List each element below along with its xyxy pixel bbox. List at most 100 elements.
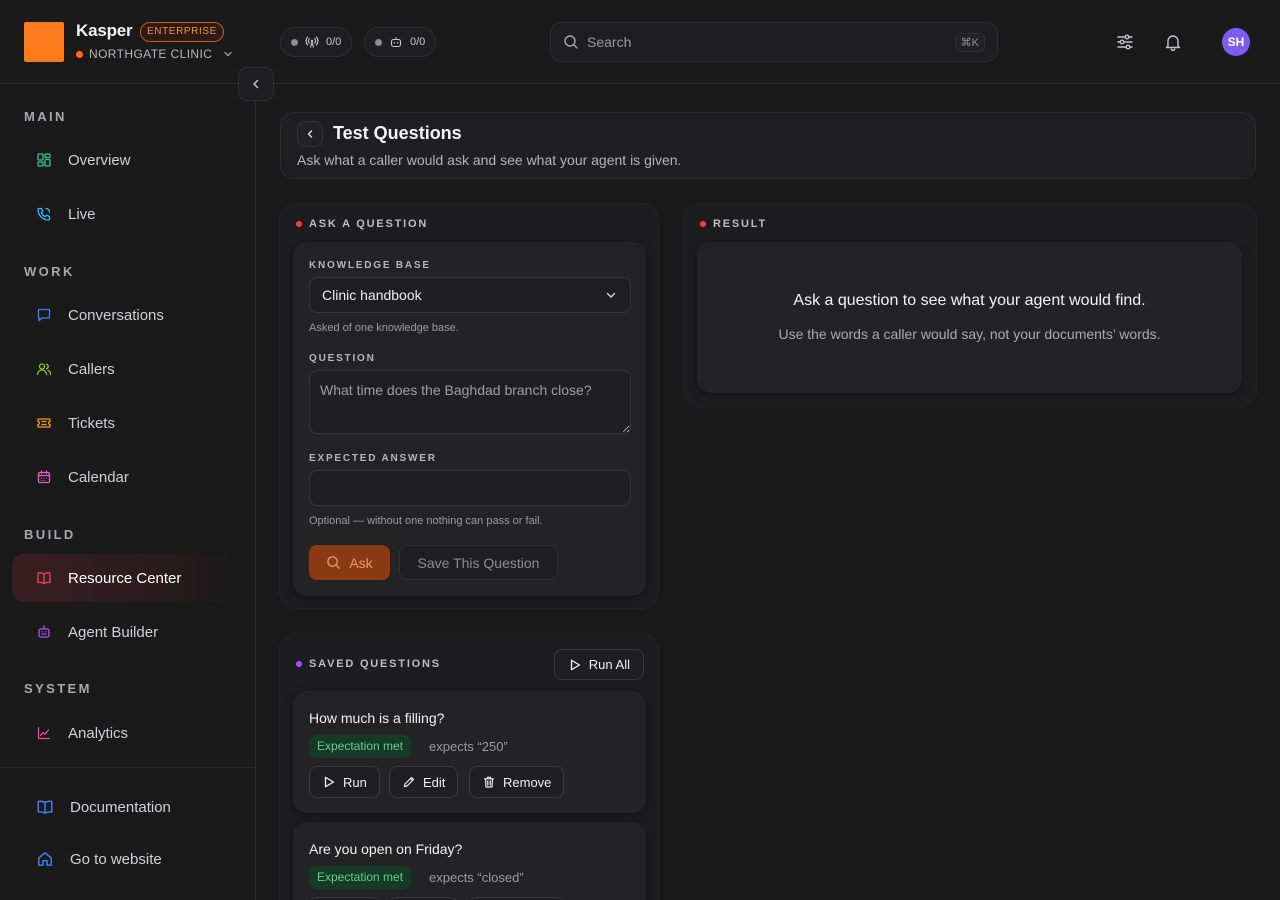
expected-answer-label: EXPECTED ANSWER: [309, 453, 437, 464]
status-badge: Expectation met: [309, 866, 412, 889]
ticket-icon: [34, 413, 54, 433]
status-badge: Expectation met: [309, 735, 412, 758]
grid-icon: [34, 150, 54, 170]
agents-count: 0/0: [410, 36, 426, 48]
calendar-icon: [34, 467, 54, 487]
remove-question-button[interactable]: Remove: [469, 766, 565, 798]
back-button[interactable]: [297, 121, 323, 147]
sliders-icon[interactable]: [1113, 30, 1137, 54]
question-textarea[interactable]: [309, 370, 631, 434]
robot-icon: [389, 35, 403, 49]
top-bar: Kasper ENTERPRISE NORTHGATE CLINIC 0/0 0…: [0, 0, 1280, 84]
live-calls-stat[interactable]: 0/0: [280, 27, 353, 57]
knowledge-base-label: KNOWLEDGE BASE: [309, 260, 431, 271]
result-empty-title: Ask a question to see what your agent wo…: [793, 292, 1146, 309]
chevron-left-icon: [249, 77, 263, 91]
save-question-button[interactable]: Save This Question: [399, 545, 558, 580]
plan-badge: ENTERPRISE: [140, 22, 224, 42]
section-main: MAIN: [24, 109, 67, 124]
agents-stat[interactable]: 0/0: [364, 27, 437, 57]
saved-question-card: How much is a filling? Expectation met e…: [293, 691, 646, 813]
saved-panel-title: SAVED QUESTIONS: [309, 658, 441, 670]
panel-status-dot: [296, 221, 302, 227]
trash-icon: [482, 775, 496, 789]
result-panel: RESULT Ask a question to see what your a…: [684, 204, 1256, 406]
chat-bubble-icon: [34, 305, 54, 325]
brand-logo[interactable]: [24, 22, 64, 62]
book-open-icon: [36, 798, 54, 816]
section-work: WORK: [24, 264, 75, 279]
ask-panel-title: ASK A QUESTION: [309, 218, 429, 230]
question-label: QUESTION: [309, 353, 376, 364]
sidebar-item-label: Calendar: [68, 468, 129, 486]
documentation-link[interactable]: Documentation: [36, 798, 171, 816]
robot-icon: [34, 622, 54, 642]
ask-question-panel: ASK A QUESTION KNOWLEDGE BASE Clinic han…: [280, 204, 658, 608]
remove-label: Remove: [503, 774, 552, 790]
avatar[interactable]: SH: [1222, 28, 1250, 56]
result-panel-label: RESULT: [700, 218, 767, 230]
sidebar-item-label: Agent Builder: [68, 623, 159, 641]
org-name: NORTHGATE CLINIC: [89, 47, 213, 61]
live-calls-count: 0/0: [326, 36, 342, 48]
sidebar: MAIN Overview Live WORK Conversations Ca…: [0, 84, 256, 900]
sidebar-item-analytics[interactable]: Analytics: [12, 709, 234, 757]
saved-question-text: Are you open on Friday?: [309, 841, 463, 857]
sidebar-divider: [0, 767, 255, 768]
ask-panel-label: ASK A QUESTION: [296, 218, 428, 230]
sidebar-item-tickets[interactable]: Tickets: [12, 399, 234, 447]
documentation-label: Documentation: [70, 798, 171, 816]
panel-status-dot: [700, 221, 706, 227]
sidebar-item-label: Resource Center: [68, 569, 182, 587]
chevron-down-icon: [222, 48, 234, 60]
edit-question-button[interactable]: Edit: [389, 766, 459, 798]
search-bar[interactable]: ⌘K: [550, 22, 998, 62]
website-label: Go to website: [70, 850, 162, 868]
broadcast-icon: [305, 35, 319, 49]
play-icon: [568, 658, 582, 672]
bell-icon[interactable]: [1161, 30, 1185, 54]
sidebar-item-overview[interactable]: Overview: [12, 136, 234, 184]
chart-line-icon: [34, 723, 54, 743]
section-build: BUILD: [24, 527, 76, 542]
status-dot: [291, 38, 298, 46]
phone-icon: [34, 204, 54, 224]
sidebar-item-conversations[interactable]: Conversations: [12, 291, 234, 339]
sidebar-item-callers[interactable]: Callers: [12, 345, 234, 393]
play-icon: [322, 775, 336, 789]
sidebar-item-resource-center[interactable]: Resource Center: [12, 554, 234, 602]
ask-button[interactable]: Ask: [309, 545, 390, 580]
go-to-website-link[interactable]: Go to website: [36, 850, 162, 868]
saved-questions-panel: SAVED QUESTIONS Run All How much is a fi…: [280, 634, 658, 900]
chevron-down-icon: [604, 288, 618, 302]
status-dot: [375, 38, 382, 46]
run-question-button[interactable]: Run: [309, 766, 380, 798]
sidebar-item-label: Tickets: [68, 414, 115, 432]
book-icon: [34, 568, 54, 588]
knowledge-base-select[interactable]: Clinic handbook: [309, 277, 631, 313]
sidebar-item-label: Overview: [68, 151, 131, 169]
run-all-button[interactable]: Run All: [553, 649, 644, 680]
expected-answer-input[interactable]: [309, 470, 631, 506]
search-shortcut: ⌘K: [954, 32, 985, 52]
sidebar-item-label: Callers: [68, 360, 115, 378]
org-switcher[interactable]: NORTHGATE CLINIC: [76, 47, 234, 61]
search-icon: [326, 555, 341, 570]
ask-button-label: Ask: [349, 554, 373, 571]
sidebar-item-live[interactable]: Live: [12, 190, 234, 238]
home-icon: [36, 850, 54, 868]
page-title: Test Questions: [333, 123, 462, 143]
sidebar-item-agent-builder[interactable]: Agent Builder: [12, 608, 234, 656]
sidebar-item-calendar[interactable]: Calendar: [12, 453, 234, 501]
pencil-icon: [402, 775, 416, 789]
search-input[interactable]: [587, 34, 947, 50]
page-header: Test Questions Ask what a caller would a…: [280, 112, 1256, 179]
users-icon: [34, 359, 54, 379]
collapse-sidebar-button[interactable]: [238, 67, 274, 101]
run-label: Run: [343, 774, 367, 790]
result-empty-card: Ask a question to see what your agent wo…: [697, 242, 1242, 393]
expected-answer-hint: Optional — without one nothing can pass …: [309, 515, 543, 527]
expected-answer-text: expects “closed”: [429, 870, 524, 885]
section-system: SYSTEM: [24, 681, 92, 696]
sidebar-item-label: Conversations: [68, 306, 164, 324]
